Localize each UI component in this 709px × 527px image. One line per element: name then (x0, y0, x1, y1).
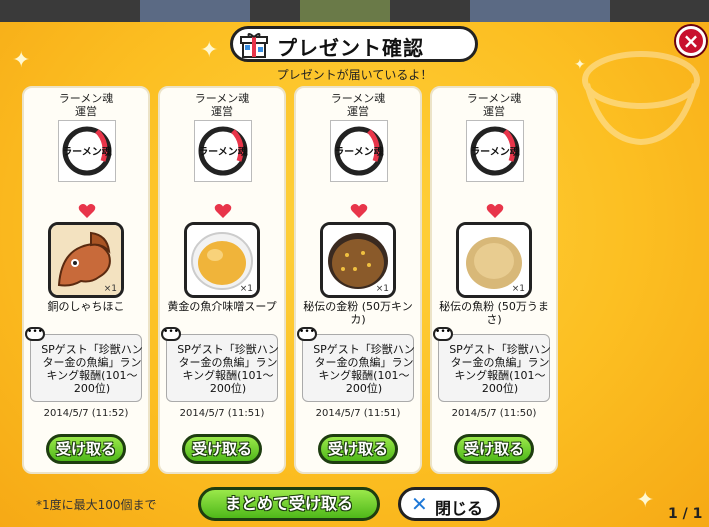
receive-button[interactable]: 受け取る (46, 434, 126, 464)
receive-button[interactable]: 受け取る (454, 434, 534, 464)
sender-logo-icon: ラーメン魂 (470, 126, 520, 176)
heart-icon (486, 204, 504, 218)
item-quantity: ×1 (103, 284, 117, 294)
speech-bubble-icon: ••• (161, 327, 181, 341)
gift-box-icon (240, 33, 268, 58)
sender-logo-icon: ラーメン魂 (62, 126, 112, 176)
item-quantity: ×1 (511, 284, 525, 294)
dialog-title-box: プレゼント確認 (230, 26, 478, 62)
item-description: SPゲスト「珍獣ハンター金の魚編」ランキング報酬(101～200位) (449, 343, 551, 395)
dialog-subtitle: プレゼントが届いているよ！ (276, 68, 433, 82)
sender-logo: ラーメン魂 (330, 120, 388, 182)
present-card: ラーメン魂 運営ラーメン魂 ×1 秘伝の金粉 (50万キンカ) ••• SPゲスト「珍獣… (294, 86, 422, 474)
item-description: SPゲスト「珍獣ハンター金の魚編」ランキング報酬(101～200位) (177, 343, 279, 395)
present-card: ラーメン魂 運営ラーメン魂 ×1 黄金の魚介味噌スープ ••• SPゲスト「珍獣ハンター… (158, 86, 286, 474)
dialog-title: プレゼント確認 (277, 36, 424, 60)
received-date: 2014/5/7 (11:51) (315, 408, 401, 419)
limit-note: *1度に最大100個まで (36, 498, 157, 512)
item-name: 秘伝の魚粉 (50万うまさ) (439, 300, 549, 326)
sender-logo: ラーメン魂 (58, 120, 116, 182)
heart-icon (214, 204, 232, 218)
heart-icon (350, 204, 368, 218)
background-scene-strip (0, 0, 709, 22)
speech-bubble-icon: ••• (25, 327, 45, 341)
sparkle-icon: ✦ (200, 38, 219, 63)
svg-text:ラーメン魂: ラーメン魂 (198, 145, 248, 158)
received-date: 2014/5/7 (11:52) (43, 408, 129, 419)
item-description: SPゲスト「珍獣ハンター金の魚編」ランキング報酬(101～200位) (313, 343, 415, 395)
close-x-icon: ✕ (411, 492, 428, 516)
item-description: SPゲスト「珍獣ハンター金の魚編」ランキング報酬(101～200位) (41, 343, 143, 395)
description-bubble: ••• SPゲスト「珍獣ハンター金の魚編」ランキング報酬(101～200位) (25, 327, 143, 402)
sender-name: ラーメン魂 運営 (330, 92, 386, 118)
sender-name: ラーメン魂 運営 (58, 92, 114, 118)
description-bubble: ••• SPゲスト「珍獣ハンター金の魚編」ランキング報酬(101～200位) (161, 327, 279, 402)
close-x-icon: × (682, 29, 700, 53)
bulk-receive-button[interactable]: まとめて受け取る (198, 487, 380, 521)
sender-name: ラーメン魂 運営 (466, 92, 522, 118)
page-indicator: 1 / 1 (668, 506, 703, 522)
sender-logo-icon: ラーメン魂 (334, 126, 384, 176)
ramen-bowl-watermark-icon (582, 51, 700, 146)
heart-icon (78, 204, 96, 218)
item-name: 黄金の魚介味噌スープ (167, 300, 277, 313)
sender-logo: ラーメン魂 (466, 120, 524, 182)
sender-logo-icon: ラーメン魂 (198, 126, 248, 176)
svg-text:ラーメン魂: ラーメン魂 (62, 145, 112, 158)
item-image: ×1 (48, 222, 124, 298)
receive-button[interactable]: 受け取る (318, 434, 398, 464)
description-bubble: ••• SPゲスト「珍獣ハンター金の魚編」ランキング報酬(101～200位) (297, 327, 415, 402)
item-quantity: ×1 (239, 284, 253, 294)
svg-text:ラーメン魂: ラーメン魂 (334, 145, 384, 158)
speech-bubble-icon: ••• (433, 327, 453, 341)
present-card: ラーメン魂 運営ラーメン魂 ×1 銅のしゃちほこ ••• SPゲスト「珍獣ハンター金の魚… (22, 86, 150, 474)
sender-logo: ラーメン魂 (194, 120, 252, 182)
svg-text:ラーメン魂: ラーメン魂 (470, 145, 520, 158)
close-button[interactable]: ✕ 閉じる (398, 487, 500, 521)
present-card: ラーメン魂 運営ラーメン魂 ×1 秘伝の魚粉 (50万うまさ) ••• SPゲスト「珍獣… (430, 86, 558, 474)
item-name: 秘伝の金粉 (50万キンカ) (303, 300, 413, 326)
item-image: ×1 (184, 222, 260, 298)
item-quantity: ×1 (375, 284, 389, 294)
close-x-button[interactable]: × (676, 26, 706, 56)
sender-name: ラーメン魂 運営 (194, 92, 250, 118)
received-date: 2014/5/7 (11:51) (179, 408, 265, 419)
receive-button[interactable]: 受け取る (182, 434, 262, 464)
item-name: 銅のしゃちほこ (47, 300, 125, 313)
item-image: ×1 (320, 222, 396, 298)
close-button-label: 閉じる (435, 499, 484, 518)
description-bubble: ••• SPゲスト「珍獣ハンター金の魚編」ランキング報酬(101～200位) (433, 327, 551, 402)
item-image: ×1 (456, 222, 532, 298)
speech-bubble-icon: ••• (297, 327, 317, 341)
received-date: 2014/5/7 (11:50) (451, 408, 537, 419)
sparkle-icon: ✦ (636, 488, 655, 513)
